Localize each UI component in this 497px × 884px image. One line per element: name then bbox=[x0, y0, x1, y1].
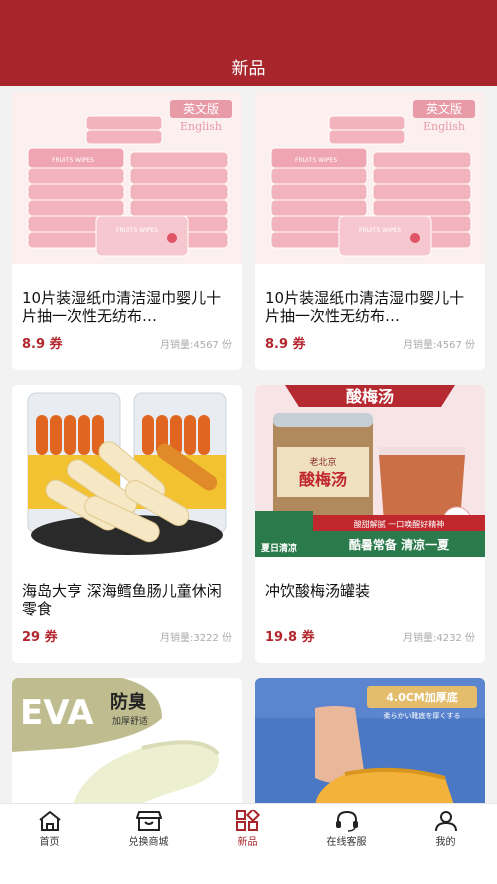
headset-icon bbox=[336, 810, 358, 832]
product-card[interactable]: 4.0CM加厚底 柔らかい靴底を厚くする bbox=[255, 678, 485, 808]
tab-label: 我的 bbox=[435, 837, 456, 848]
tab-label: 兑换商城 bbox=[128, 837, 169, 848]
badge-cn: 英文版 bbox=[183, 101, 219, 116]
promo-left: 夏日清凉 bbox=[260, 542, 297, 554]
image-title-2: 防臭 bbox=[110, 691, 146, 713]
product-name: 海岛大亨 深海鳕鱼肠儿童休闲零食 bbox=[22, 582, 222, 618]
pack-label: FRUITS WIPES bbox=[359, 227, 401, 234]
tab-shop[interactable]: 兑换商城 bbox=[99, 804, 198, 864]
product-card[interactable]: 酸梅汤 老北京 酸梅汤 赠送 夏日清凉 酸甜解腻 一口唤醒好精神 酷暑常备 清凉… bbox=[255, 385, 485, 663]
pack-label: FRUITS WIPES bbox=[52, 157, 94, 164]
product-card[interactable]: 英文版 English FRUITS WIPES FRUITS WIPES 10… bbox=[255, 92, 485, 370]
tab-support[interactable]: 在线客服 bbox=[297, 804, 396, 864]
product-image: 英文版 English FRUITS WIPES FRUITS WIPES bbox=[12, 92, 242, 264]
pack-label: FRUITS WIPES bbox=[295, 157, 337, 164]
tab-label: 新品 bbox=[237, 837, 258, 848]
product-sales: 月销量:4232 份 bbox=[403, 633, 475, 644]
shop-icon bbox=[136, 811, 162, 831]
product-image: EVA 防臭 加厚舒适 bbox=[12, 678, 242, 808]
product-image bbox=[12, 385, 242, 557]
pack-label: FRUITS WIPES bbox=[116, 227, 158, 234]
tab-home[interactable]: 首页 bbox=[0, 804, 99, 864]
product-sales: 月销量:3222 份 bbox=[160, 633, 232, 644]
promo-tag: 酸甜解腻 一口唤醒好精神 bbox=[354, 519, 445, 529]
product-sales: 月销量:4567 份 bbox=[160, 340, 232, 351]
tab-profile[interactable]: 我的 bbox=[396, 804, 495, 864]
product-card[interactable]: EVA 防臭 加厚舒适 bbox=[12, 678, 242, 808]
jar-label: 酸梅汤 bbox=[299, 470, 347, 489]
product-name: 10片装湿纸巾清洁湿巾婴儿十片抽一次性无纺布… bbox=[22, 289, 222, 325]
badge-en: English bbox=[180, 120, 222, 133]
product-card[interactable]: 英文版 English FRUITS WIPES FRUITS WIPES 10… bbox=[12, 92, 242, 370]
tab-new[interactable]: 新品 bbox=[198, 804, 297, 864]
image-title: 酸梅汤 bbox=[346, 387, 394, 406]
product-card[interactable]: 海岛大亨 深海鳕鱼肠儿童休闲零食 29 券 月销量:3222 份 bbox=[12, 385, 242, 663]
home-icon bbox=[39, 811, 61, 831]
product-name: 冲饮酸梅汤罐装 bbox=[265, 582, 371, 600]
user-icon bbox=[435, 811, 457, 832]
tab-label: 在线客服 bbox=[326, 837, 367, 848]
product-name: 10片装湿纸巾清洁湿巾婴儿十片抽一次性无纺布… bbox=[265, 289, 465, 325]
grid-icon bbox=[236, 810, 261, 831]
promo-line: 酷暑常备 清凉一夏 bbox=[349, 537, 450, 552]
product-image: 4.0CM加厚底 柔らかい靴底を厚くする bbox=[255, 678, 485, 808]
product-price: 8.9 券 bbox=[265, 337, 306, 352]
tab-label: 首页 bbox=[39, 837, 60, 848]
product-price: 29 券 bbox=[22, 630, 58, 645]
jar-brand: 老北京 bbox=[309, 456, 336, 468]
badge-en: English bbox=[423, 120, 465, 133]
image-subtitle: 加厚舒适 bbox=[112, 715, 148, 727]
image-subtitle: 柔らかい靴底を厚くする bbox=[384, 711, 461, 720]
product-sales: 月销量:4567 份 bbox=[403, 340, 475, 351]
product-price: 19.8 券 bbox=[265, 630, 315, 645]
product-price: 8.9 券 bbox=[22, 337, 63, 352]
image-title: 4.0CM加厚底 bbox=[386, 690, 458, 704]
product-image: 酸梅汤 老北京 酸梅汤 赠送 夏日清凉 酸甜解腻 一口唤醒好精神 酷暑常备 清凉… bbox=[255, 385, 485, 557]
product-image: 英文版 English FRUITS WIPES FRUITS WIPES bbox=[255, 92, 485, 264]
app-header: 新品 bbox=[0, 0, 497, 86]
bottom-tab-bar: 首页 兑换商城 新品 在线客服 我的 bbox=[0, 803, 497, 884]
image-title: EVA bbox=[20, 693, 94, 733]
page-title: 新品 bbox=[231, 59, 266, 79]
badge-cn: 英文版 bbox=[426, 101, 462, 116]
